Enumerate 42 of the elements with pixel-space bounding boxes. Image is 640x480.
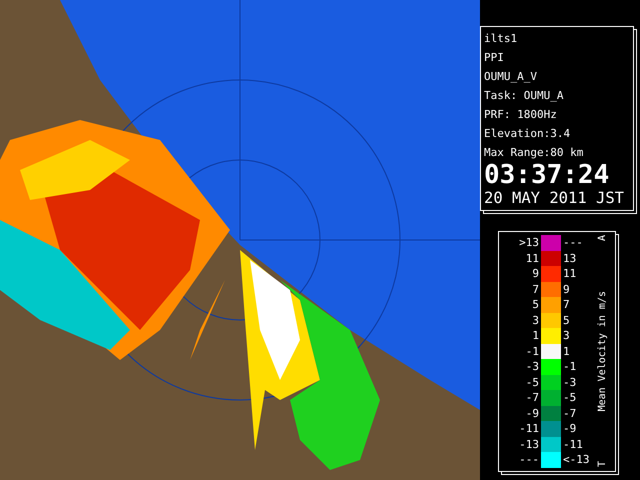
legend-label: -11 <box>562 438 584 451</box>
date-text: 20 MAY 2011 JST <box>484 188 624 208</box>
legend-label: -3 <box>562 376 578 389</box>
legend-label: 1 <box>531 329 540 342</box>
legend-label: 9 <box>562 282 571 296</box>
info-text: Max Range:80 km <box>484 145 584 161</box>
legend-label: 5 <box>562 314 571 327</box>
legend-label: -11 <box>518 422 540 436</box>
legend-label: --- <box>518 453 540 466</box>
legend-label: 13 <box>562 252 578 265</box>
info-text: Task: OUMU_A <box>484 88 564 104</box>
info-text: ilts1 <box>484 31 518 47</box>
legend-label: 7 <box>562 298 571 312</box>
legend-label: -9 <box>562 422 578 436</box>
legend-mark: T <box>597 461 608 468</box>
info-text: OUMU_A_V <box>484 69 538 85</box>
legend-label: 9 <box>531 267 540 280</box>
time-text: 03:37:24 <box>484 162 610 188</box>
legend-label: 7 <box>531 282 540 296</box>
legend-label: 1 <box>562 344 571 358</box>
legend-mark: A <box>597 235 608 242</box>
legend-label: -7 <box>524 391 540 404</box>
legend-label: -9 <box>524 406 540 420</box>
legend-label: >13 <box>518 236 540 250</box>
legend-label: 3 <box>531 314 540 327</box>
legend-label: -7 <box>562 406 578 420</box>
info-text: PPI <box>484 50 505 66</box>
legend-label: -5 <box>524 376 540 389</box>
legend-label: -5 <box>562 391 578 404</box>
legend-label: 3 <box>562 329 571 342</box>
info-text: PRF: 1800Hz <box>484 107 558 123</box>
legend-label: <-13 <box>562 453 590 466</box>
legend-label: -1 <box>524 344 540 358</box>
legend-label: -3 <box>524 360 540 374</box>
legend-label: 5 <box>531 298 540 312</box>
legend-label: --- <box>562 236 584 250</box>
legend-label: -13 <box>518 438 540 451</box>
legend-label: -1 <box>562 360 578 374</box>
legend-title: Mean Velocity in m/s <box>597 291 608 412</box>
info-text: Elevation:3.4 <box>484 126 572 142</box>
legend-label: 11 <box>524 252 540 265</box>
legend-label: 11 <box>562 267 578 280</box>
